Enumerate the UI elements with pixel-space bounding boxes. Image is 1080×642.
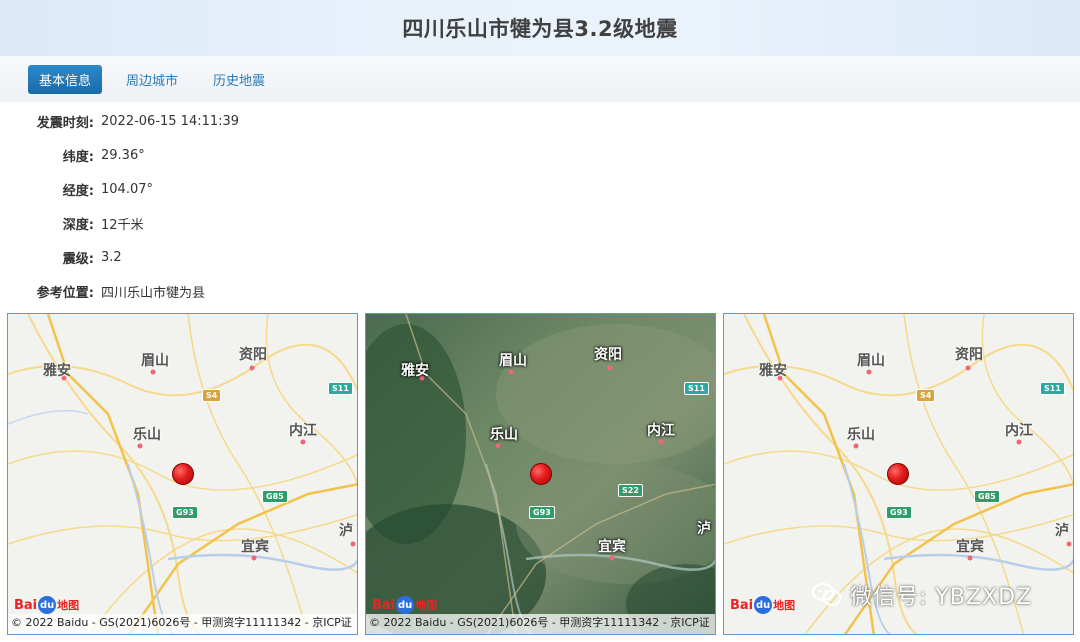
highway-shield-s11: S11: [328, 382, 353, 395]
city-ziyang: 资阳: [239, 347, 267, 363]
latitude-value: 29.36°: [101, 147, 145, 163]
depth-value: 12千米: [101, 217, 144, 233]
epicenter-marker[interactable]: [530, 463, 552, 485]
longitude-value: 104.07°: [101, 181, 153, 197]
wechat-icon: [812, 583, 842, 606]
epicenter-marker[interactable]: [887, 463, 909, 485]
page-title: 四川乐山市犍为县3.2级地震: [402, 17, 678, 41]
city-yibin: 宜宾: [241, 539, 269, 555]
highway-shield-s4: S4: [916, 389, 936, 402]
info-row-time: 发震时刻: 2022-06-15 14:11:39: [0, 104, 239, 138]
title-bar: 四川乐山市犍为县3.2级地震: [0, 0, 1080, 56]
city-leshan: 乐山: [133, 427, 161, 443]
info-row-depth: 深度: 12千米: [0, 206, 144, 240]
tab-basic-info[interactable]: 基本信息: [28, 64, 103, 94]
city-meishan: 眉山: [857, 353, 885, 369]
highway-shield-s22: S22: [618, 484, 643, 497]
map-satellite[interactable]: 雅安 眉山 资阳 乐山 内江 宜宾 泸 S11 S22 G93 Bai du 地图 …: [365, 313, 716, 635]
city-yibin: 宜宾: [956, 539, 984, 555]
baidu-map-logo: Bai du 地图: [14, 596, 80, 614]
city-ziyang: 资阳: [594, 347, 622, 363]
highway-shield-s11: S11: [684, 382, 709, 395]
longitude-label: 经度:: [62, 183, 94, 199]
city-lu: 泸: [697, 521, 711, 537]
tab-bar: 基本信息 周边城市 历史地震: [0, 56, 1080, 102]
map-copyright: © 2022 Baidu - GS(2021)6026号 - 甲测资字11111…: [8, 614, 357, 634]
city-neijiang: 内江: [647, 423, 675, 439]
city-yaan: 雅安: [759, 363, 787, 379]
city-yibin: 宜宾: [598, 539, 626, 555]
location-label: 参考位置:: [36, 285, 94, 301]
epicenter-marker[interactable]: [172, 463, 194, 485]
city-neijiang: 内江: [1005, 423, 1033, 439]
magnitude-value: 3.2: [101, 249, 122, 265]
watermark-text: 微信号: YBZXDZ: [850, 585, 1033, 610]
latitude-label: 纬度:: [62, 149, 94, 165]
wechat-watermark: 微信号: YBZXDZ: [812, 579, 1032, 611]
city-lu: 泸: [339, 523, 353, 539]
map-road-1[interactable]: 雅安 眉山 资阳 乐山 内江 宜宾 泸 S11 S4 G85 G93 Bai du…: [7, 313, 358, 635]
city-meishan: 眉山: [141, 353, 169, 369]
highway-shield-s11: S11: [1040, 382, 1065, 395]
city-leshan: 乐山: [490, 427, 518, 443]
baidu-map-logo: Bai du 地图: [372, 596, 438, 614]
magnitude-label: 震级:: [62, 251, 94, 267]
info-row-longitude: 经度: 104.07°: [0, 172, 153, 206]
baidu-map-logo: Bai du 地图: [730, 596, 796, 614]
depth-label: 深度:: [62, 217, 94, 233]
info-row-location: 参考位置: 四川乐山市犍为县: [0, 274, 205, 308]
city-neijiang: 内江: [289, 423, 317, 439]
city-ziyang: 资阳: [955, 347, 983, 363]
time-label: 发震时刻:: [36, 115, 94, 131]
highway-shield-g93: G93: [886, 506, 912, 519]
highway-shield-s4: S4: [202, 389, 222, 402]
city-leshan: 乐山: [847, 427, 875, 443]
city-meishan: 眉山: [499, 353, 527, 369]
city-yaan: 雅安: [43, 363, 71, 379]
highway-shield-g85: G85: [974, 490, 1000, 503]
location-value: 四川乐山市犍为县: [101, 285, 206, 301]
highway-shield-g93: G93: [172, 506, 198, 519]
tab-history-quakes[interactable]: 历史地震: [202, 65, 276, 94]
highway-shield-g85: G85: [262, 490, 288, 503]
info-row-latitude: 纬度: 29.36°: [0, 138, 145, 172]
highway-shield-g93: G93: [529, 506, 555, 519]
map-copyright: © 2022 Baidu - GS(2021)6026号 - 甲测资字11111…: [366, 614, 715, 634]
city-lu: 泸: [1055, 523, 1069, 539]
time-value: 2022-06-15 14:11:39: [101, 113, 240, 129]
info-row-magnitude: 震级: 3.2: [0, 240, 122, 274]
city-yaan: 雅安: [401, 363, 429, 379]
tab-nearby-cities[interactable]: 周边城市: [115, 65, 189, 94]
